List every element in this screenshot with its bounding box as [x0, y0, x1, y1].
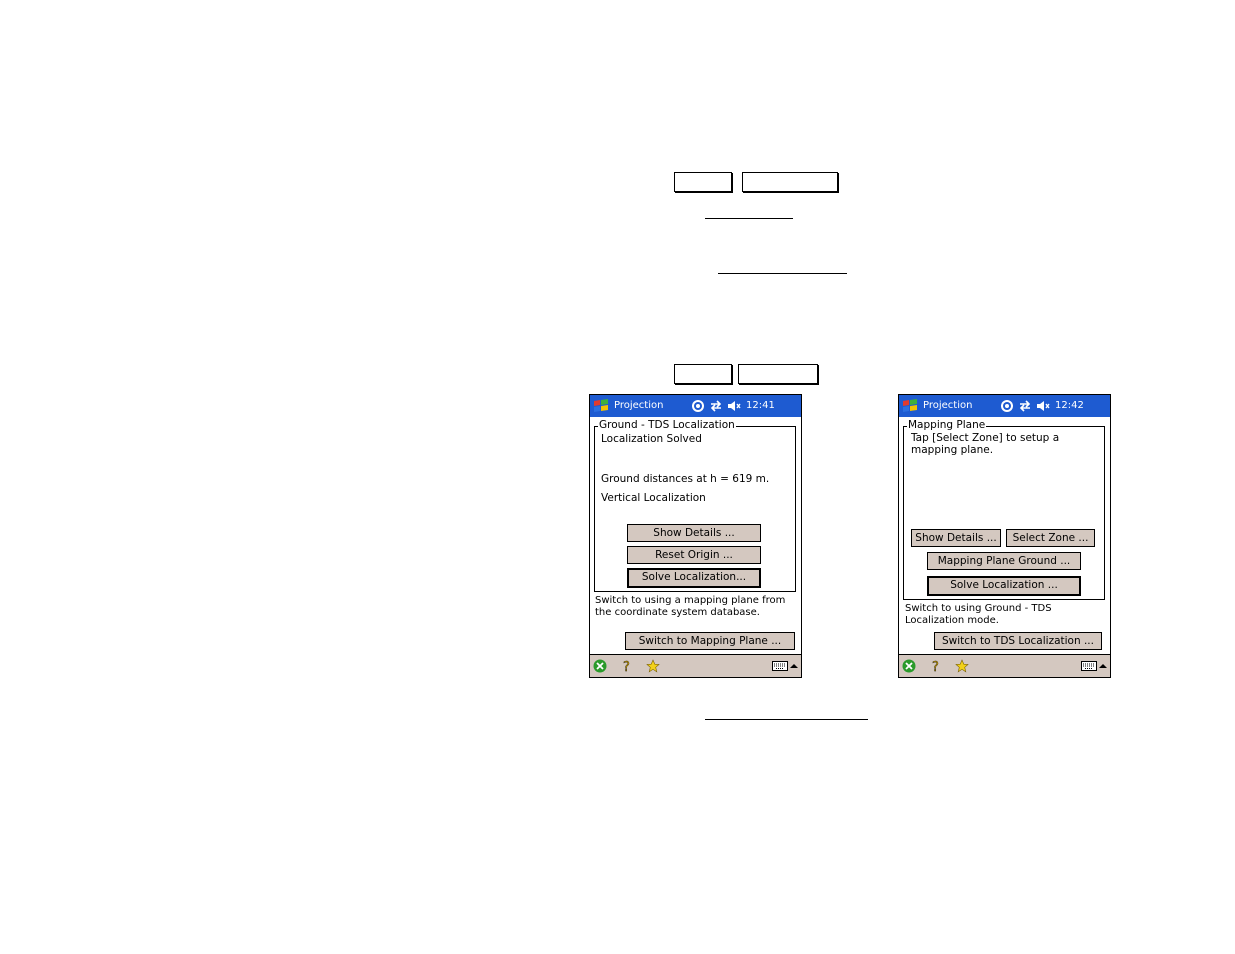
- windows-flag-icon[interactable]: [593, 398, 609, 414]
- clock[interactable]: 12:41: [746, 400, 775, 411]
- doc-button-3[interactable]: [674, 364, 732, 384]
- sync-arrows-icon[interactable]: [1018, 399, 1032, 413]
- sync-arrows-icon[interactable]: [709, 399, 723, 413]
- group-title: Mapping Plane: [907, 419, 987, 431]
- ground-distance-text: Ground distances at h = 619 m.: [601, 473, 770, 485]
- select-zone-button[interactable]: Select Zone ...: [1006, 529, 1095, 547]
- reset-origin-button[interactable]: Reset Origin ...: [627, 546, 761, 564]
- solve-localization-button[interactable]: Solve Localization ...: [927, 576, 1081, 596]
- star-icon[interactable]: [955, 659, 969, 673]
- window-title: Projection: [614, 400, 664, 411]
- solve-localization-button[interactable]: Solve Localization...: [627, 568, 761, 588]
- help-icon[interactable]: ?: [620, 659, 634, 673]
- localization-status: Localization Solved: [601, 433, 702, 445]
- pda-screen-left: Projection 12:41 Ground - TDS Localizati…: [589, 394, 802, 678]
- switch-to-mapping-plane-button[interactable]: Switch to Mapping Plane ...: [625, 632, 795, 650]
- doc-underline-1: [705, 218, 793, 219]
- speaker-muted-icon[interactable]: [1036, 399, 1050, 413]
- windows-flag-icon[interactable]: [902, 398, 918, 414]
- doc-underline-2: [718, 273, 847, 274]
- doc-button-2[interactable]: [742, 172, 838, 192]
- title-bar: Projection 12:41: [590, 395, 801, 417]
- doc-button-4[interactable]: [738, 364, 818, 384]
- star-icon[interactable]: [646, 659, 660, 673]
- keyboard-icon[interactable]: [772, 660, 788, 672]
- group-title: Ground - TDS Localization: [598, 419, 736, 431]
- close-ok-icon[interactable]: [593, 659, 607, 673]
- show-details-button[interactable]: Show Details ...: [627, 524, 761, 542]
- menu-bar: ?: [899, 654, 1110, 677]
- up-arrow-icon[interactable]: [1099, 662, 1107, 670]
- switch-info-text: Switch to using a mapping plane from the…: [595, 595, 786, 618]
- svg-text:?: ?: [932, 660, 939, 673]
- menu-bar: ?: [590, 654, 801, 677]
- window-title: Projection: [923, 400, 973, 411]
- title-bar: Projection 12:42: [899, 395, 1110, 417]
- speaker-muted-icon[interactable]: [727, 399, 741, 413]
- up-arrow-icon[interactable]: [790, 662, 798, 670]
- switch-info-text: Switch to using Ground - TDS Localizatio…: [905, 603, 1052, 626]
- help-icon[interactable]: ?: [929, 659, 943, 673]
- show-details-button[interactable]: Show Details ...: [911, 529, 1001, 547]
- clock[interactable]: 12:42: [1055, 400, 1084, 411]
- connectivity-icon[interactable]: [691, 399, 705, 413]
- vertical-localization-text: Vertical Localization: [601, 492, 706, 504]
- switch-to-tds-localization-button[interactable]: Switch to TDS Localization ...: [934, 632, 1102, 650]
- svg-text:?: ?: [623, 660, 630, 673]
- doc-underline-3: [705, 719, 868, 720]
- pda-screen-right: Projection 12:42 Mapping Plane Tap [Sele…: [898, 394, 1111, 678]
- tap-select-zone-text: Tap [Select Zone] to setup a mapping pla…: [911, 432, 1060, 456]
- doc-button-1[interactable]: [674, 172, 732, 192]
- mapping-plane-ground-button[interactable]: Mapping Plane Ground ...: [927, 552, 1081, 570]
- keyboard-icon[interactable]: [1081, 660, 1097, 672]
- close-ok-icon[interactable]: [902, 659, 916, 673]
- connectivity-icon[interactable]: [1000, 399, 1014, 413]
